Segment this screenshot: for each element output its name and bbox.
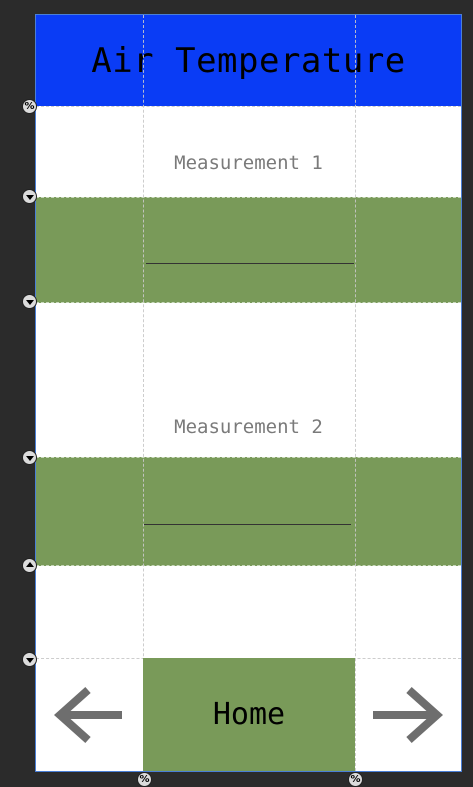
layout-guide-horizontal <box>36 106 461 107</box>
constraint-down-icon[interactable] <box>22 450 37 465</box>
constraint-down-icon[interactable] <box>22 294 37 309</box>
measurement-1-input[interactable] <box>146 263 354 264</box>
measurement-1-label: Measurement 1 <box>174 152 323 174</box>
layout-editor-canvas: Air Temperature Measurement 1 Measuremen… <box>0 0 473 787</box>
percent-handle-icon[interactable]: % <box>137 772 152 787</box>
constraint-down-icon[interactable] <box>22 652 37 667</box>
page-title: Air Temperature <box>91 40 406 81</box>
screen-preview: Air Temperature Measurement 1 Measuremen… <box>36 15 461 771</box>
title-bar: Air Temperature <box>36 15 461 106</box>
home-button[interactable]: Home <box>143 658 355 771</box>
constraint-down-icon[interactable] <box>22 189 37 204</box>
measurement-1-band <box>36 197 461 303</box>
measurement-2-label: Measurement 2 <box>174 416 323 438</box>
constraint-up-icon[interactable] <box>22 558 37 573</box>
measurement-2-input[interactable] <box>144 524 351 525</box>
arrow-left-icon[interactable] <box>50 680 130 750</box>
percent-handle-icon[interactable]: % <box>22 99 37 114</box>
arrow-right-icon[interactable] <box>367 680 447 750</box>
measurement-2-band <box>36 457 461 566</box>
percent-handle-icon[interactable]: % <box>348 772 363 787</box>
home-button-label: Home <box>212 697 286 732</box>
navigation-row: Home <box>36 658 461 771</box>
